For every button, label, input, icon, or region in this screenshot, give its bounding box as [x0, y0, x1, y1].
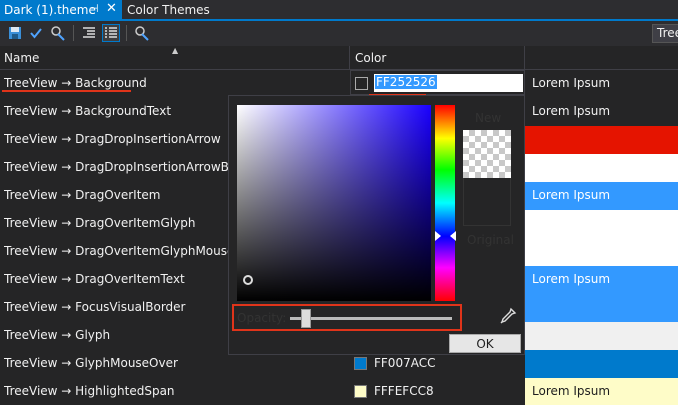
color-selector-handle[interactable] [243, 275, 253, 285]
color-swatch[interactable] [354, 385, 367, 398]
save-icon[interactable] [6, 24, 24, 42]
preview-cell: Lorem Ipsum [525, 266, 678, 294]
saturation-value-area[interactable] [237, 105, 431, 301]
item-name: TreeView → Background [4, 76, 147, 90]
list-indent-icon[interactable] [80, 24, 98, 42]
item-name: TreeView → DragDropInsertionArrow [4, 132, 221, 146]
new-color-preview [463, 130, 511, 178]
hue-arrow-icon[interactable] [435, 231, 441, 241]
preview-cell: Lorem Ipsum [525, 378, 678, 405]
color-value[interactable]: FFFEFCC8 [374, 384, 434, 398]
item-name: TreeView → GlyphMouseOver [4, 356, 178, 370]
toolbar: Tree [0, 21, 678, 46]
preview-cell [525, 210, 678, 238]
list-item[interactable]: TreeView → Background Lorem Ipsum [0, 70, 678, 98]
color-picker-popup: New Original Opacity: OK [228, 95, 525, 355]
color-value-text: FF252526 [375, 75, 437, 89]
item-name: TreeView → Glyph [4, 328, 111, 342]
preview-cell: Lorem Ipsum [525, 70, 678, 98]
column-header-color[interactable]: Color [355, 51, 386, 65]
close-icon[interactable]: ✕ [106, 1, 117, 16]
preview-cell [525, 154, 678, 182]
sort-ascending-icon: ▲ [172, 46, 179, 55]
tab-dark-theme-label: Dark (1).theme [4, 3, 96, 17]
preview-cell [525, 126, 678, 154]
item-name: TreeView → BackgroundText [4, 104, 172, 118]
preview-cell: Lorem Ipsum [525, 182, 678, 210]
item-name: TreeView → DragOverItemText [4, 272, 185, 286]
column-divider[interactable] [349, 46, 350, 70]
hue-slider[interactable] [435, 105, 455, 301]
item-name: TreeView → DragOverItem [4, 188, 161, 202]
original-color-label: Original [467, 233, 514, 247]
check-icon[interactable] [27, 24, 45, 42]
tree-button[interactable]: Tree [652, 24, 678, 43]
color-swatch[interactable] [354, 357, 367, 370]
tab-color-themes[interactable]: Color Themes [127, 3, 210, 17]
column-header: Name ▲ Color [0, 46, 678, 70]
list-view-icon[interactable] [102, 24, 120, 42]
preview-cell [525, 322, 678, 350]
tab-dark-theme[interactable]: Dark (1).theme ⊣ ✕ [0, 0, 122, 19]
document-tab-strip: Dark (1).theme ⊣ ✕ Color Themes [0, 0, 678, 21]
opacity-slider-track[interactable] [290, 317, 452, 320]
original-color-preview [463, 178, 511, 226]
color-value-input[interactable]: FF252526 [374, 74, 523, 92]
hue-arrow-icon[interactable] [450, 231, 456, 241]
annotation-underline [2, 90, 131, 92]
opacity-row: Opacity: [232, 304, 462, 331]
edit-alt-icon[interactable] [133, 24, 151, 42]
new-color-label: New [475, 111, 502, 125]
opacity-label: Opacity: [237, 311, 287, 325]
preview-cell [525, 294, 678, 322]
edit-icon[interactable] [49, 24, 67, 42]
list-item[interactable]: TreeView → HighlightedSpan FFFEFCC8 Lorem … [0, 378, 678, 405]
eyedropper-icon[interactable] [499, 307, 517, 325]
color-value-editor[interactable]: FF252526 [350, 70, 525, 95]
pin-icon[interactable]: ⊣ [89, 2, 99, 15]
preview-cell: Lorem Ipsum [525, 98, 678, 126]
column-header-name[interactable]: Name [4, 51, 39, 65]
preview-cell [525, 350, 678, 378]
item-name: TreeView → DragOverItemGlyph [4, 216, 196, 230]
opacity-slider-thumb[interactable] [301, 309, 311, 328]
item-name: TreeView → DragOverItemGlyphMouseOve [4, 244, 229, 258]
color-swatch[interactable] [355, 77, 368, 90]
toolbar-separator [73, 25, 74, 41]
ok-button[interactable]: OK [449, 334, 521, 353]
item-name: TreeView → DragDropInsertionArrowBorde [4, 160, 229, 174]
item-name: TreeView → HighlightedSpan [4, 384, 175, 398]
color-value[interactable]: FF007ACC [374, 356, 435, 370]
item-name: TreeView → FocusVisualBorder [4, 300, 186, 314]
column-divider[interactable] [524, 46, 525, 70]
preview-cell [525, 238, 678, 266]
toolbar-separator [126, 25, 127, 41]
